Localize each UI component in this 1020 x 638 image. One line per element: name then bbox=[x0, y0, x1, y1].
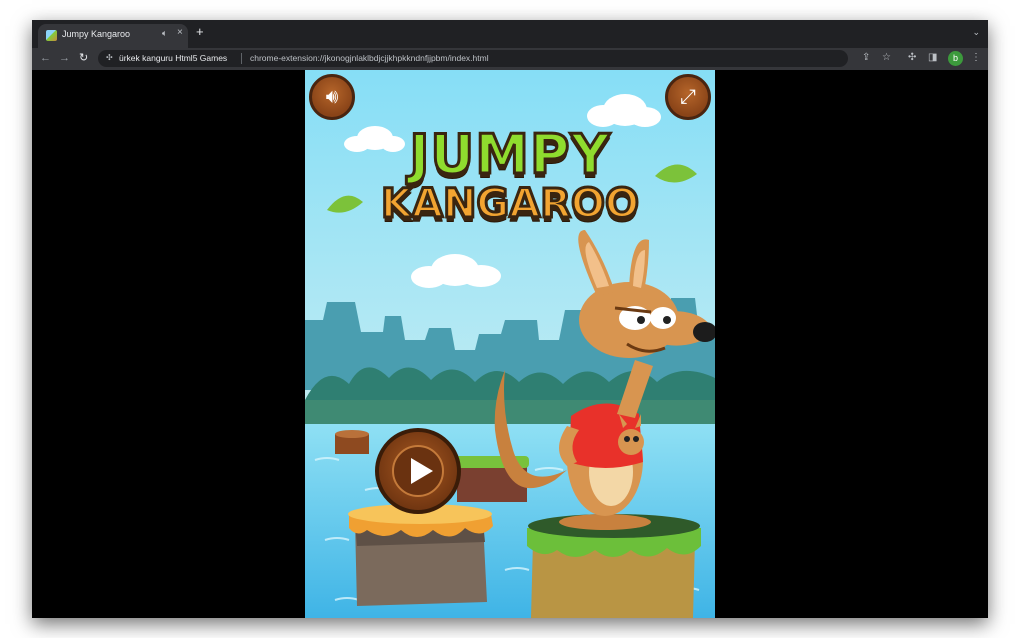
kangaroo-eye bbox=[650, 307, 676, 329]
game-canvas[interactable]: JUMPY KANGAROO 🔊︎ ⤢ bbox=[305, 70, 715, 618]
side-panel-icon[interactable]: ◨ bbox=[928, 52, 937, 64]
tab-search-chevron-icon[interactable]: ⌄ bbox=[972, 27, 980, 38]
title-line-1: JUMPY bbox=[408, 123, 611, 186]
fullscreen-button[interactable]: ⤢ bbox=[665, 74, 711, 120]
browser-toolbar: ← → ↻ ✣ ürkek kanguru Html5 Games chrome… bbox=[32, 48, 988, 70]
tab-title: Jumpy Kangaroo bbox=[62, 29, 131, 39]
address-bar[interactable]: ✣ ürkek kanguru Html5 Games chrome-exten… bbox=[98, 50, 848, 67]
title-line-2: KANGAROO bbox=[379, 181, 640, 228]
jungle-base bbox=[305, 400, 715, 424]
tab-strip: Jumpy Kangaroo 🔈︎ × + ⌄ bbox=[32, 20, 988, 48]
game-title: JUMPY KANGAROO bbox=[305, 123, 715, 228]
site-name: ürkek kanguru Html5 Games bbox=[119, 53, 228, 63]
play-button-inner bbox=[392, 445, 444, 497]
divider bbox=[241, 53, 242, 64]
play-button[interactable] bbox=[375, 428, 461, 514]
joey bbox=[618, 429, 644, 455]
expand-icon: ⤢ bbox=[680, 86, 696, 108]
menu-kebab-icon[interactable]: ⋮ bbox=[971, 52, 981, 64]
share-icon[interactable]: ⇪ bbox=[862, 52, 870, 64]
profile-avatar[interactable]: b bbox=[948, 51, 963, 66]
play-icon bbox=[411, 458, 433, 484]
speaker-icon: 🔊︎ bbox=[325, 86, 339, 108]
forward-arrow-icon[interactable]: → bbox=[59, 51, 70, 65]
puzzle-icon: ✣ bbox=[106, 53, 113, 62]
speaker-icon[interactable]: 🔈︎ bbox=[162, 28, 167, 39]
bookmark-star-icon[interactable]: ☆ bbox=[882, 52, 891, 64]
extensions-icon[interactable]: ✣ bbox=[908, 52, 916, 64]
sound-toggle-button[interactable]: 🔊︎ bbox=[309, 74, 355, 120]
tab-jumpy-kangaroo[interactable]: Jumpy Kangaroo 🔈︎ × bbox=[38, 24, 188, 48]
url-text[interactable]: chrome-extension://jkonogjnlaklbdjcjjkhp… bbox=[250, 53, 489, 63]
page-viewport: JUMPY KANGAROO 🔊︎ ⤢ bbox=[32, 70, 988, 618]
reload-icon[interactable]: ↻ bbox=[79, 51, 88, 65]
back-arrow-icon[interactable]: ← bbox=[40, 51, 51, 65]
tab-close-icon[interactable]: × bbox=[177, 27, 183, 38]
favicon-icon bbox=[46, 30, 57, 41]
browser-window: Jumpy Kangaroo 🔈︎ × + ⌄ ← → ↻ ✣ ürkek ka… bbox=[32, 20, 988, 618]
new-tab-button[interactable]: + bbox=[196, 25, 204, 39]
